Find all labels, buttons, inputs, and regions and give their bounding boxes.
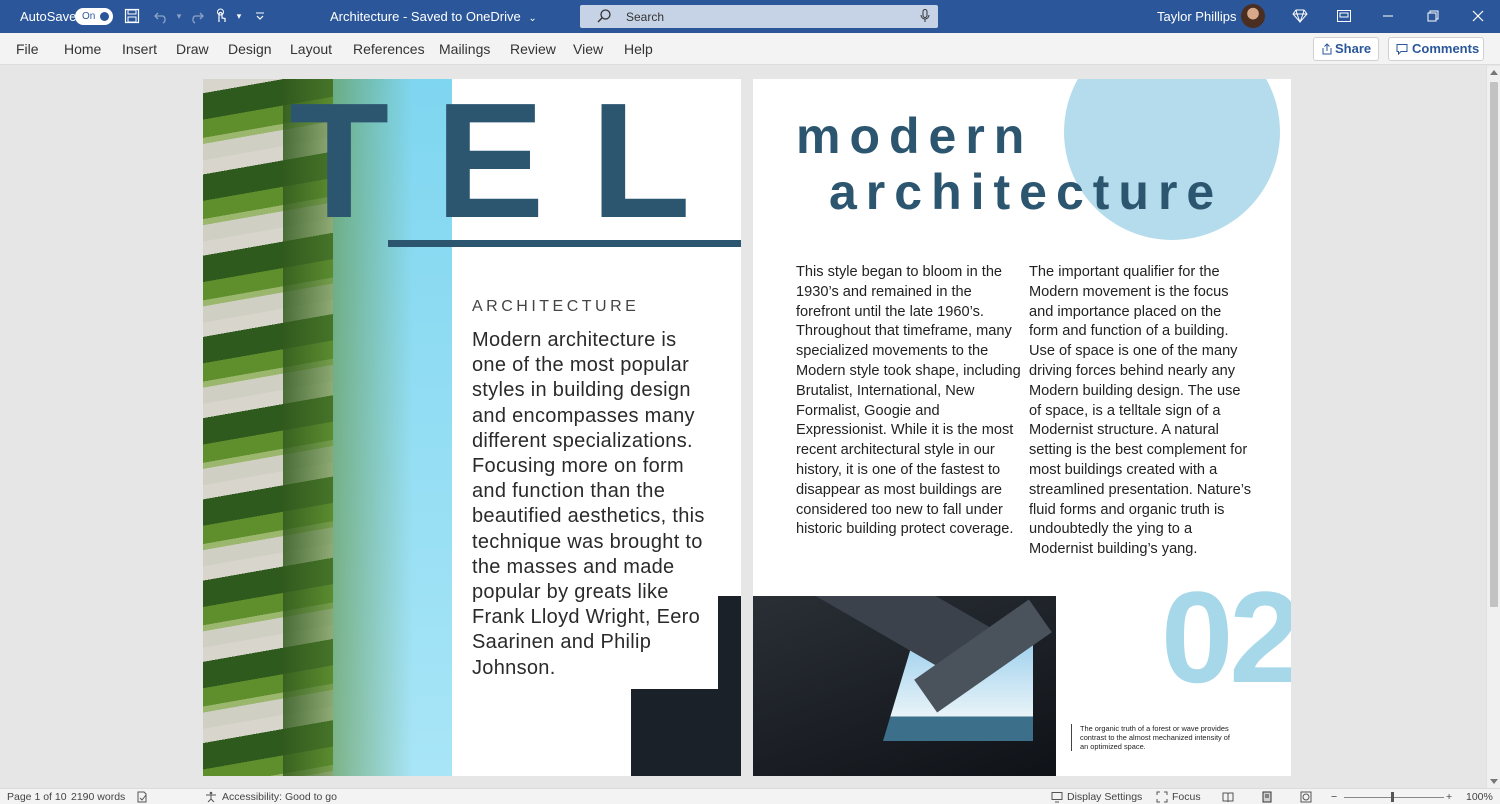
search-icon bbox=[597, 9, 611, 23]
tab-layout[interactable]: Layout bbox=[290, 41, 332, 57]
scroll-thumb[interactable] bbox=[1490, 82, 1498, 607]
touch-dropdown-icon[interactable]: ▾ bbox=[230, 7, 248, 25]
zoom-in-button[interactable]: + bbox=[1446, 791, 1452, 803]
close-icon[interactable] bbox=[1467, 6, 1489, 26]
minimize-icon[interactable] bbox=[1377, 6, 1399, 26]
avatar[interactable] bbox=[1241, 4, 1265, 28]
page-left[interactable]: TELL ARCHITECTURE Modern architecture is… bbox=[203, 79, 741, 776]
chevron-down-icon: ⌄ bbox=[528, 13, 537, 24]
share-icon bbox=[1322, 43, 1332, 55]
document-title-text: Architecture - Saved to OneDrive bbox=[330, 9, 521, 24]
share-button[interactable]: Share bbox=[1313, 37, 1379, 61]
document-title[interactable]: Architecture - Saved to OneDrive ⌄ bbox=[330, 9, 537, 24]
vertical-scrollbar[interactable] bbox=[1486, 66, 1500, 788]
tab-references[interactable]: References bbox=[353, 41, 425, 57]
ribbon-tabs: File Home Insert Draw Design Layout Refe… bbox=[0, 33, 1500, 65]
zoom-level[interactable]: 100% bbox=[1466, 791, 1493, 803]
toggle-knob bbox=[100, 12, 109, 21]
concrete-interior-image bbox=[753, 596, 1056, 776]
focus-icon[interactable] bbox=[1156, 791, 1168, 803]
tab-home[interactable]: Home bbox=[64, 41, 101, 57]
undo-icon[interactable] bbox=[152, 7, 170, 25]
document-canvas[interactable]: TELL ARCHITECTURE Modern architecture is… bbox=[0, 66, 1486, 788]
accessibility-status[interactable]: Accessibility: Good to go bbox=[222, 791, 337, 803]
share-label: Share bbox=[1335, 41, 1372, 56]
user-name[interactable]: Taylor Phillips bbox=[1157, 9, 1236, 24]
autosave-state: On bbox=[82, 11, 96, 22]
redo-icon[interactable] bbox=[188, 7, 206, 25]
zoom-slider[interactable] bbox=[1344, 797, 1444, 798]
title-bar: AutoSave On ▾ ▾ Architecture - Saved to … bbox=[0, 0, 1500, 33]
lead-paragraph: Modern architecture is one of the most p… bbox=[472, 329, 705, 679]
tab-file[interactable]: File bbox=[16, 41, 39, 57]
save-icon[interactable] bbox=[123, 7, 141, 25]
scroll-up-icon[interactable] bbox=[1490, 70, 1498, 75]
body-column-1: This style began to bloom in the 1930’s … bbox=[796, 264, 1021, 538]
tab-help[interactable]: Help bbox=[624, 41, 653, 57]
big-word: TELL bbox=[289, 79, 741, 252]
page-right[interactable]: modern architecture This style began to … bbox=[753, 79, 1291, 776]
read-mode-icon[interactable] bbox=[1222, 791, 1234, 803]
proofing-icon[interactable] bbox=[136, 791, 148, 803]
print-layout-icon[interactable] bbox=[1261, 791, 1273, 803]
tab-insert[interactable]: Insert bbox=[122, 41, 157, 57]
comment-icon bbox=[1396, 44, 1408, 55]
decorative-block bbox=[718, 596, 741, 696]
tab-review[interactable]: Review bbox=[510, 41, 556, 57]
page-info[interactable]: Page 1 of 10 bbox=[7, 791, 67, 803]
image-caption: The organic truth of a forest or wave pr… bbox=[1080, 724, 1230, 752]
word-count[interactable]: 2190 words bbox=[71, 791, 125, 803]
heading-line-1: modern bbox=[796, 108, 1034, 164]
comments-label: Comments bbox=[1412, 41, 1480, 56]
comments-button[interactable]: Comments bbox=[1388, 37, 1484, 61]
restore-icon[interactable] bbox=[1422, 6, 1444, 26]
zoom-slider-thumb[interactable] bbox=[1391, 792, 1394, 802]
microphone-icon[interactable] bbox=[920, 9, 930, 23]
section-kicker: ARCHITECTURE bbox=[472, 298, 640, 315]
zoom-out-button[interactable]: − bbox=[1331, 791, 1337, 803]
focus-mode[interactable]: Focus bbox=[1172, 791, 1201, 803]
accessibility-icon[interactable] bbox=[205, 791, 217, 803]
autosave-toggle[interactable]: On bbox=[75, 8, 113, 25]
display-settings[interactable]: Display Settings bbox=[1067, 791, 1142, 803]
title-underline bbox=[388, 240, 741, 247]
decorative-block bbox=[631, 689, 741, 776]
status-bar: Page 1 of 10 2190 words Accessibility: G… bbox=[0, 788, 1500, 804]
body-column-2: The important qualifier for the Modern m… bbox=[1029, 264, 1251, 558]
tab-view[interactable]: View bbox=[573, 41, 603, 57]
tab-design[interactable]: Design bbox=[228, 41, 272, 57]
web-layout-icon[interactable] bbox=[1300, 791, 1312, 803]
ribbon-display-options-icon[interactable] bbox=[1333, 6, 1355, 26]
premium-diamond-icon[interactable] bbox=[1289, 6, 1311, 26]
display-settings-icon[interactable] bbox=[1051, 791, 1063, 803]
page-number-graphic: 02 bbox=[1161, 564, 1291, 710]
search-box[interactable]: Search bbox=[580, 5, 938, 28]
caption-rule bbox=[1071, 724, 1072, 751]
search-placeholder: Search bbox=[626, 10, 665, 24]
customize-toolbar-icon[interactable] bbox=[251, 7, 269, 25]
autosave-label: AutoSave bbox=[20, 9, 77, 24]
undo-dropdown-icon[interactable]: ▾ bbox=[170, 7, 188, 25]
tab-mailings[interactable]: Mailings bbox=[439, 41, 490, 57]
tab-draw[interactable]: Draw bbox=[176, 41, 209, 57]
scroll-down-icon[interactable] bbox=[1490, 779, 1498, 784]
touch-mode-icon[interactable] bbox=[212, 7, 230, 25]
heading-line-2: architecture bbox=[829, 164, 1224, 220]
